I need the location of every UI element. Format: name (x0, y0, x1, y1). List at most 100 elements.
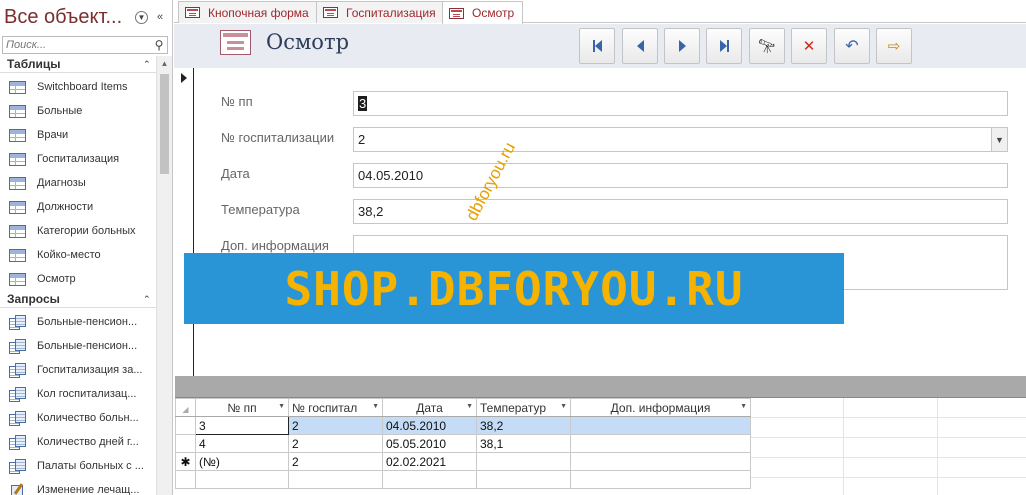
new-record-icon[interactable]: ✱ (175, 452, 196, 471)
nav-scrollbar[interactable]: ▲ (156, 56, 172, 495)
table-cell (570, 470, 751, 489)
nav-item-label: Должности (37, 201, 94, 213)
collapse-group-icon[interactable]: ⌃ (143, 59, 157, 70)
nav-item-query[interactable]: Палаты больных с ... (0, 454, 157, 478)
table-cell[interactable] (570, 452, 751, 471)
date-label: Дата (221, 166, 250, 181)
table-cell[interactable]: 02.02.2021 (382, 452, 477, 471)
table-cell[interactable]: 2 (288, 416, 383, 435)
prev-record-button[interactable] (622, 28, 658, 64)
undo-icon: ↶ (845, 38, 859, 55)
tab-examination[interactable]: Осмотр (442, 1, 524, 24)
collapse-group-icon[interactable]: ⌃ (143, 294, 157, 305)
table-cell[interactable]: 38,2 (476, 416, 571, 435)
nav-item-table[interactable]: Больные (0, 99, 157, 123)
new-record-row[interactable]: ✱ (№) 2 02.02.2021 (175, 452, 751, 471)
table-cell[interactable]: 3 (195, 416, 289, 435)
column-header[interactable]: Дата ▼ (382, 398, 477, 417)
column-header[interactable]: Температур ▼ (476, 398, 571, 417)
last-record-button[interactable] (706, 28, 742, 64)
nav-item-table[interactable]: Койко-место (0, 243, 157, 267)
split-form-divider[interactable] (175, 376, 1026, 398)
scrollbar-thumb[interactable] (160, 74, 169, 174)
next-record-button[interactable] (664, 28, 700, 64)
search-icon[interactable]: ⚲ (151, 38, 167, 52)
row-selector[interactable] (175, 416, 196, 435)
column-dropdown-icon[interactable]: ▼ (372, 403, 379, 410)
nav-title[interactable]: Все объект... (4, 6, 135, 29)
nav-item-table[interactable]: Госпитализация (0, 147, 157, 171)
hosp-combobox[interactable]: 2 ▼ (353, 127, 1008, 152)
tab-switchboard[interactable]: Кнопочная форма (178, 1, 318, 23)
table-cell[interactable]: (№) (195, 452, 289, 471)
table-row-empty (175, 470, 751, 489)
date-field[interactable]: 04.05.2010 (353, 163, 1008, 188)
table-cell[interactable] (570, 434, 751, 453)
table-cell[interactable]: 4 (195, 434, 289, 453)
nav-item-label: Больные-пенсион... (37, 316, 138, 328)
table-cell[interactable] (570, 416, 751, 435)
column-header[interactable]: № госпитал ▼ (288, 398, 383, 417)
query-icon (9, 411, 26, 426)
select-all-corner[interactable]: ◢ (175, 398, 196, 417)
chevron-down-icon[interactable]: ▼ (991, 128, 1007, 151)
column-dropdown-icon[interactable]: ▼ (278, 403, 285, 410)
table-cell[interactable]: 05.05.2010 (382, 434, 477, 453)
temp-field[interactable]: 38,2 (353, 199, 1008, 224)
table-cell[interactable]: 2 (288, 452, 383, 471)
table-cell (476, 470, 571, 489)
close-form-button[interactable]: ⇨ (876, 28, 912, 64)
nav-item-query[interactable]: Госпитализация за... (0, 358, 157, 382)
nav-item-query[interactable]: Количество больн... (0, 406, 157, 430)
nav-item-table[interactable]: Switchboard Items (0, 75, 157, 99)
find-button[interactable]: 🔭︎ (749, 28, 785, 64)
close-form-icon: ⇨ (887, 38, 901, 55)
column-dropdown-icon[interactable]: ▼ (560, 403, 567, 410)
table-icon (9, 224, 26, 238)
next-record-icon (678, 40, 686, 52)
hosp-value: 2 (358, 132, 366, 147)
column-header[interactable]: Доп. информация ▼ (570, 398, 751, 417)
table-cell[interactable]: 04.05.2010 (382, 416, 477, 435)
nav-item-table[interactable]: Диагнозы (0, 171, 157, 195)
record-selector[interactable] (175, 68, 194, 376)
nav-header: Все объект... ▼ « (0, 0, 172, 34)
table-cell (195, 470, 289, 489)
table-cell[interactable] (476, 452, 571, 471)
table-row[interactable]: 4 2 05.05.2010 38,1 (175, 434, 751, 453)
query-icon (9, 363, 26, 378)
nav-item-query[interactable]: Изменение лечащ... (0, 478, 157, 495)
scroll-up-icon[interactable]: ▲ (157, 56, 172, 72)
delete-record-button[interactable]: ✕ (791, 28, 827, 64)
tab-hospitalization[interactable]: Госпитализация (316, 1, 445, 23)
column-header[interactable]: № пп ▼ (195, 398, 289, 417)
first-record-button[interactable] (579, 28, 615, 64)
watermark-text: SHOP.DBFORYOU.RU (284, 261, 744, 316)
num-value: 3 (358, 96, 368, 111)
column-dropdown-icon[interactable]: ▼ (740, 403, 747, 410)
nav-collapse-icon[interactable]: « (152, 9, 168, 25)
num-field[interactable]: 3 (353, 91, 1008, 116)
row-selector[interactable] (175, 434, 196, 453)
table-row[interactable]: 3 2 04.05.2010 38,2 (175, 416, 751, 435)
nav-item-query[interactable]: Количество дней г... (0, 430, 157, 454)
nav-search-input[interactable] (3, 37, 151, 53)
navigation-pane: Все объект... ▼ « ⚲ Таблицы ⌃ Switchboar… (0, 0, 173, 495)
nav-item-query[interactable]: Кол госпитализац... (0, 382, 157, 406)
nav-group-queries[interactable]: Запросы ⌃ (0, 291, 157, 308)
watermark-banner: SHOP.DBFORYOU.RU (184, 253, 844, 324)
nav-item-table[interactable]: Категории больных (0, 219, 157, 243)
undo-button[interactable]: ↶ (834, 28, 870, 64)
nav-menu-chevron-icon[interactable]: ▼ (135, 10, 148, 24)
table-cell[interactable]: 38,1 (476, 434, 571, 453)
nav-item-label: Койко-место (37, 249, 101, 261)
table-cell[interactable]: 2 (288, 434, 383, 453)
nav-item-table[interactable]: Врачи (0, 123, 157, 147)
nav-item-table[interactable]: Осмотр (0, 267, 157, 291)
nav-item-query[interactable]: Больные-пенсион... (0, 334, 157, 358)
column-dropdown-icon[interactable]: ▼ (466, 403, 473, 410)
nav-group-tables[interactable]: Таблицы ⌃ (0, 56, 157, 73)
datasheet: ◢ № пп ▼ № госпитал ▼ Дата ▼ Температур ▼ До… (175, 398, 1026, 495)
nav-item-table[interactable]: Должности (0, 195, 157, 219)
nav-item-query[interactable]: Больные-пенсион... (0, 310, 157, 334)
